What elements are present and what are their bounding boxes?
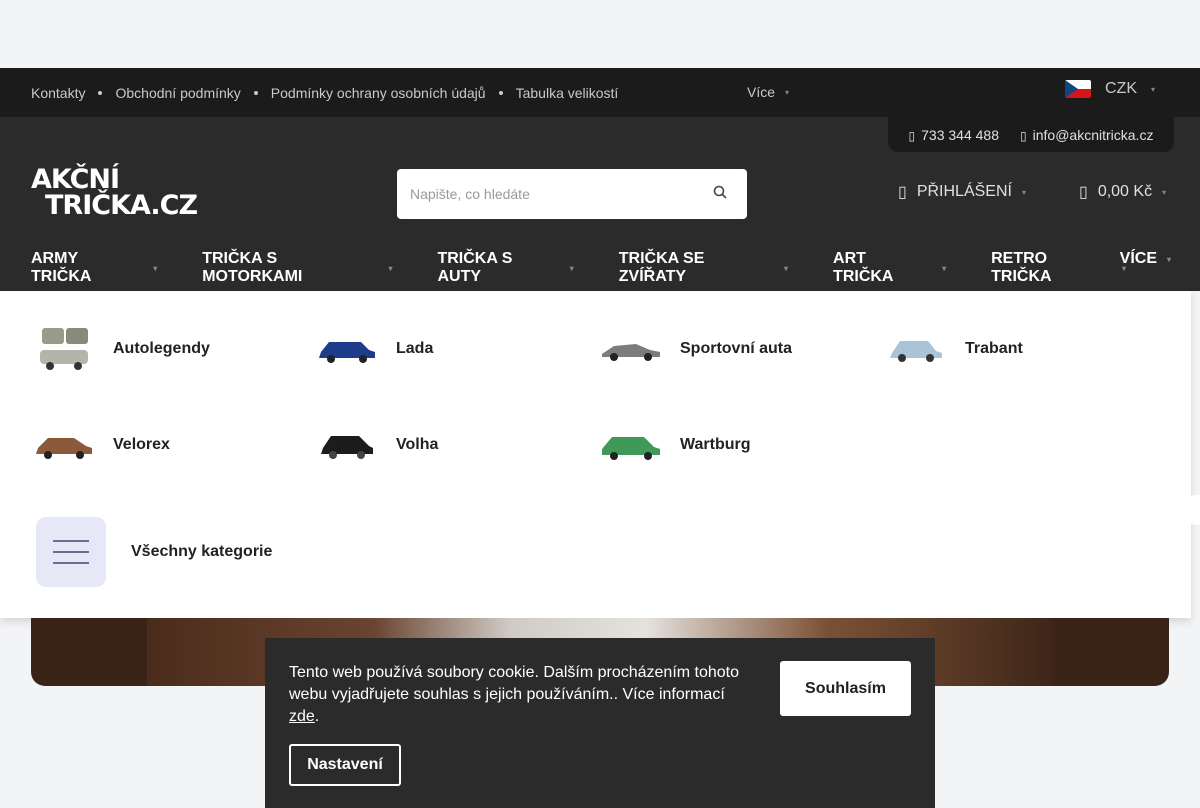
separator-dot xyxy=(253,90,258,95)
chevron-down-icon: ▾ xyxy=(785,87,790,97)
link-tabulka-velikosti[interactable]: Tabulka velikostí xyxy=(516,85,619,101)
currency-selector[interactable]: CZK ▾ xyxy=(1065,80,1155,98)
car-thumbnail-icon xyxy=(600,325,662,373)
category-label: Lada xyxy=(396,340,434,357)
car-thumbnail-icon xyxy=(33,421,95,469)
nav-item-zvirata[interactable]: TRIČKA SE ZVÍŘATY ▾ xyxy=(619,250,788,286)
category-label: Autolegendy xyxy=(113,340,210,357)
phone-icon: ▯ xyxy=(908,128,916,143)
mega-menu: Autolegendy Lada Sportovní auta Trabant … xyxy=(0,291,1191,618)
chevron-down-icon: ▾ xyxy=(153,263,158,273)
email-address: info@akcnitricka.cz xyxy=(1032,126,1154,143)
link-kontakty[interactable]: Kontakty xyxy=(31,85,85,101)
nav-item-retro[interactable]: RETRO TRIČKA ▾ xyxy=(991,250,1126,286)
chevron-down-icon: ▾ xyxy=(569,263,574,273)
login-button[interactable]: ▯ PŘIHLÁŠENÍ ▾ xyxy=(898,182,1026,202)
nav-label: RETRO TRIČKA xyxy=(991,250,1052,285)
top-links: Kontakty Obchodní podmínky Podmínky ochr… xyxy=(31,85,618,101)
cookie-more-link[interactable]: zde xyxy=(289,708,315,725)
category-wartburg[interactable]: Wartburg xyxy=(600,421,751,469)
cookie-text: Tento web používá soubory cookie. Dalším… xyxy=(289,662,749,728)
nav-label: TRIČKA SE ZVÍŘATY xyxy=(618,250,705,285)
menu-icon xyxy=(36,517,106,587)
all-categories-link[interactable]: Všechny kategorie xyxy=(36,517,272,587)
all-categories-label: Všechny kategorie xyxy=(131,543,273,560)
site-logo[interactable]: AKČNÍ TRIČKA.CZ xyxy=(31,166,198,221)
user-icon: ▯ xyxy=(898,184,907,201)
phone-contact[interactable]: ▯ 733 344 488 xyxy=(909,127,999,143)
top-more-label: Více xyxy=(747,84,776,100)
chevron-down-icon: ▾ xyxy=(942,263,947,273)
category-label: Wartburg xyxy=(680,436,751,453)
nav-item-army[interactable]: ARMY TRIČKA ▾ xyxy=(31,250,157,286)
category-velorex[interactable]: Velorex xyxy=(33,421,170,469)
chevron-down-icon: ▾ xyxy=(1166,254,1171,264)
header: ▯ 733 344 488 ▯ info@akcnitricka.cz AKČNÍ … xyxy=(0,117,1200,291)
top-bar: Kontakty Obchodní podmínky Podmínky ochr… xyxy=(0,68,1200,117)
email-contact[interactable]: ▯ info@akcnitricka.cz xyxy=(1020,127,1153,143)
car-thumbnail-icon xyxy=(33,325,95,373)
chevron-down-icon: ▾ xyxy=(1021,187,1026,197)
category-lada[interactable]: Lada xyxy=(316,325,433,373)
nav-item-auta[interactable]: TRIČKA S AUTY ▾ xyxy=(437,250,573,286)
cart-total: 0,00 Kč xyxy=(1097,183,1153,200)
separator-dot xyxy=(498,90,503,95)
category-label: Volha xyxy=(396,436,439,453)
nav-label: ART TRIČKA xyxy=(833,250,894,285)
car-thumbnail-icon xyxy=(600,421,662,469)
nav-label: TRIČKA S AUTY xyxy=(437,250,513,285)
category-volha[interactable]: Volha xyxy=(316,421,438,469)
category-label: Sportovní auta xyxy=(680,340,793,357)
chevron-down-icon: ▾ xyxy=(1151,84,1156,94)
car-thumbnail-icon xyxy=(885,325,947,373)
cookie-settings-button[interactable]: Nastavení xyxy=(289,744,401,786)
search-box xyxy=(397,169,747,219)
nav-label: TRIČKA S MOTORKAMI xyxy=(202,250,303,285)
nav-item-art[interactable]: ART TRIČKA ▾ xyxy=(833,250,946,286)
link-podminky-ochrany[interactable]: Podmínky ochrany osobních údajů xyxy=(271,85,486,101)
logo-line-2: TRIČKA.CZ xyxy=(45,190,198,221)
currency-label: CZK xyxy=(1105,80,1137,97)
chevron-down-icon: ▾ xyxy=(1162,187,1167,197)
category-label: Velorex xyxy=(113,436,170,453)
category-trabant[interactable]: Trabant xyxy=(885,325,1023,373)
car-thumbnail-icon xyxy=(316,421,378,469)
cart-button[interactable]: ▯ 0,00 Kč ▾ xyxy=(1079,182,1166,202)
top-more-dropdown[interactable]: Více ▾ xyxy=(747,84,789,100)
contact-box: ▯ 733 344 488 ▯ info@akcnitricka.cz xyxy=(888,117,1174,152)
chevron-down-icon: ▾ xyxy=(388,263,393,273)
main-nav: ARMY TRIČKA ▾ TRIČKA S MOTORKAMI ▾ TRIČKA … xyxy=(31,250,1171,286)
cookie-period: . xyxy=(314,708,320,725)
chevron-down-icon: ▾ xyxy=(784,263,789,273)
mail-icon: ▯ xyxy=(1020,128,1027,143)
cookie-message: Tento web používá soubory cookie. Dalším… xyxy=(289,664,740,703)
nav-more[interactable]: VÍCE ▾ xyxy=(1120,250,1171,268)
nav-item-motorky[interactable]: TRIČKA S MOTORKAMI ▾ xyxy=(202,250,392,286)
search-input[interactable] xyxy=(410,186,700,202)
nav-label: ARMY TRIČKA xyxy=(31,250,92,285)
separator-dot xyxy=(98,90,103,95)
car-thumbnail-icon xyxy=(316,325,378,373)
category-autolegendy[interactable]: Autolegendy xyxy=(33,325,210,373)
cart-icon: ▯ xyxy=(1079,184,1088,201)
category-sportovni-auta[interactable]: Sportovní auta xyxy=(600,325,792,373)
cookie-bar: Tento web používá soubory cookie. Dalším… xyxy=(265,638,935,808)
link-obchodni-podminky[interactable]: Obchodní podmínky xyxy=(115,85,240,101)
cookie-agree-button[interactable]: Souhlasím xyxy=(780,661,911,716)
search-icon[interactable] xyxy=(713,185,727,199)
phone-number: 733 344 488 xyxy=(921,126,999,143)
nav-more-label: VÍCE xyxy=(1119,250,1157,267)
category-label: Trabant xyxy=(965,340,1023,357)
czech-flag-icon xyxy=(1065,80,1091,98)
login-label: PŘIHLÁŠENÍ xyxy=(916,183,1012,200)
